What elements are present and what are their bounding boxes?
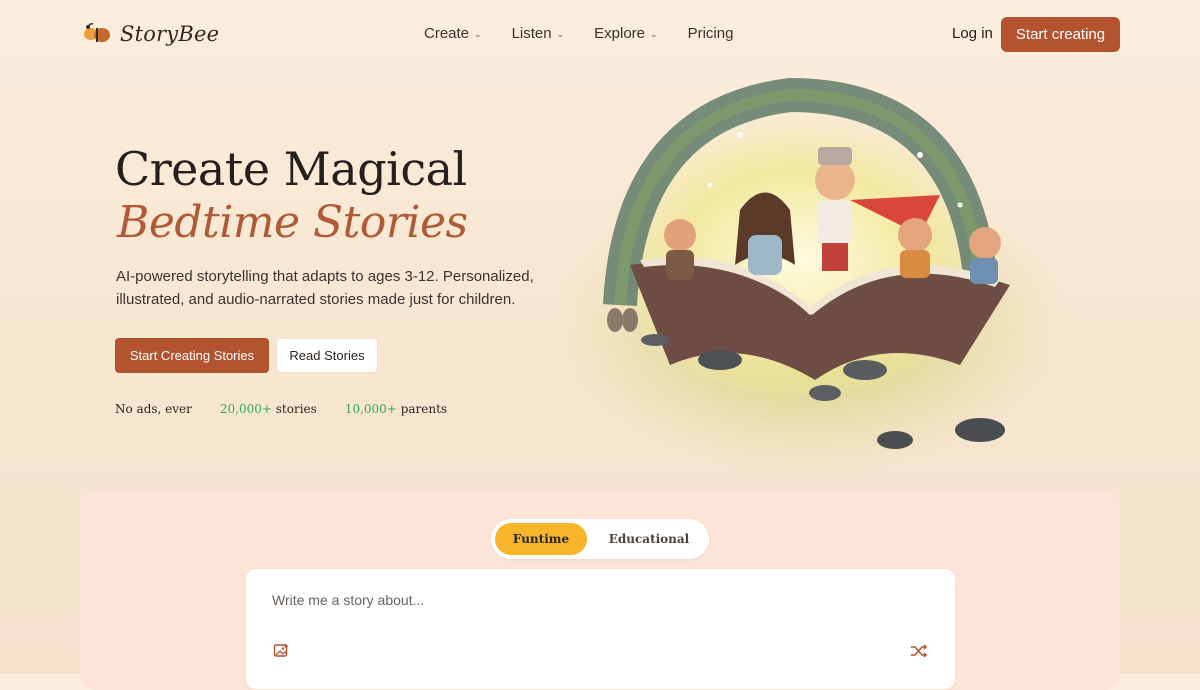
nav-explore-label: Explore — [594, 25, 646, 42]
nav-explore[interactable]: Explore ⌄ — [594, 25, 657, 42]
nav-listen[interactable]: Listen ⌄ — [512, 25, 565, 42]
logo[interactable]: StoryBee — [82, 20, 219, 48]
story-prompt-input[interactable] — [270, 591, 914, 609]
hero-subtitle: Bedtime Stories — [117, 197, 468, 248]
nav-pricing-label: Pricing — [687, 25, 734, 42]
read-stories-button[interactable]: Read Stories — [276, 338, 378, 373]
login-link[interactable]: Log in — [952, 25, 993, 42]
site-header: StoryBee Create ⌄ Listen ⌄ Explore ⌄ Pri… — [0, 0, 1200, 70]
hero-title: Create Magical — [115, 142, 467, 196]
nav-create[interactable]: Create ⌄ — [424, 25, 482, 42]
stat-no-ads: No ads, ever — [115, 402, 192, 416]
hero-stats: No ads, ever 20,000+ stories 10,000+ par… — [115, 402, 447, 416]
nav-create-label: Create — [424, 25, 470, 42]
tab-educational[interactable]: Educational — [595, 523, 703, 555]
start-creating-stories-button[interactable]: Start Creating Stories — [115, 338, 269, 373]
chevron-down-icon: ⌄ — [474, 29, 482, 39]
chevron-down-icon: ⌄ — [556, 29, 565, 39]
image-upload-icon[interactable] — [273, 643, 289, 659]
brand-name: StoryBee — [120, 22, 220, 46]
shuffle-icon[interactable] — [910, 643, 928, 659]
bee-logo-icon — [84, 23, 110, 42]
nav-listen-label: Listen — [511, 25, 552, 42]
nav-pricing[interactable]: Pricing — [688, 25, 734, 42]
story-mode-toggle: Funtime Educational — [491, 519, 709, 559]
hero-description: AI-powered storytelling that adapts to a… — [116, 268, 534, 308]
main-nav: Create ⌄ Listen ⌄ Explore ⌄ Pricing — [424, 25, 733, 42]
tab-funtime[interactable]: Funtime — [495, 523, 587, 555]
story-prompt-box — [246, 569, 955, 689]
storybook-illustration — [550, 77, 1060, 475]
stat-stories: 20,000+ stories — [219, 402, 317, 416]
stat-parents: 10,000+ parents — [344, 402, 448, 416]
chevron-down-icon: ⌄ — [650, 29, 658, 39]
start-creating-button[interactable]: Start creating — [1001, 17, 1120, 52]
